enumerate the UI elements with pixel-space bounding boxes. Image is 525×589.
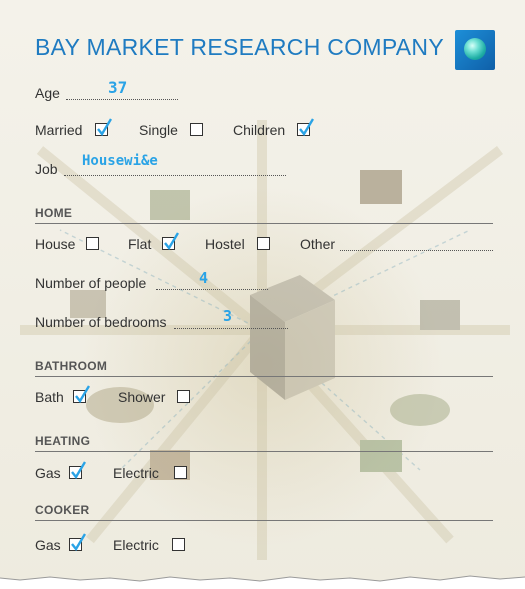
section-home-heading: HOME xyxy=(35,206,73,220)
company-title: BAY MARKET RESEARCH COMPANY xyxy=(35,34,444,60)
cooker-gas-checkbox[interactable] xyxy=(69,533,86,551)
age-label: Age xyxy=(35,85,60,101)
shower-checkbox[interactable] xyxy=(177,390,190,403)
shower-label: Shower xyxy=(118,389,166,405)
divider xyxy=(35,451,493,452)
section-bathroom-heading: BATHROOM xyxy=(35,359,108,373)
section-cooker-heading: COOKER xyxy=(35,503,90,517)
hostel-checkbox[interactable] xyxy=(257,237,270,250)
checkmark-icon xyxy=(299,118,314,136)
age-field[interactable] xyxy=(66,98,178,100)
divider xyxy=(35,520,493,521)
heating-gas-checkbox[interactable] xyxy=(69,461,86,479)
flat-checkbox[interactable] xyxy=(162,232,179,250)
heating-gas-label: Gas xyxy=(35,465,61,481)
globe-icon xyxy=(464,38,486,60)
job-label: Job xyxy=(35,161,58,177)
bedrooms-field[interactable] xyxy=(174,327,288,329)
checkmark-icon xyxy=(71,533,86,551)
bedrooms-value: 3 xyxy=(223,307,233,325)
torn-paper-edge xyxy=(0,575,525,589)
heating-electric-checkbox[interactable] xyxy=(174,466,187,479)
children-checkbox[interactable] xyxy=(297,118,314,136)
checkmark-icon xyxy=(75,385,90,403)
cooker-electric-checkbox[interactable] xyxy=(172,538,185,551)
married-checkbox[interactable] xyxy=(95,118,112,136)
married-label: Married xyxy=(35,122,83,138)
checkmark-icon xyxy=(97,118,112,136)
hostel-label: Hostel xyxy=(205,236,245,252)
house-label: House xyxy=(35,236,76,252)
background-illustration xyxy=(20,120,510,560)
cooker-gas-label: Gas xyxy=(35,537,61,553)
cooker-electric-label: Electric xyxy=(113,537,159,553)
heating-electric-label: Electric xyxy=(113,465,159,481)
house-checkbox[interactable] xyxy=(86,237,99,250)
survey-form: BAY MARKET RESEARCH COMPANY Age 37 Marri… xyxy=(0,0,525,589)
checkmark-icon xyxy=(71,461,86,479)
bath-label: Bath xyxy=(35,389,64,405)
people-value: 4 xyxy=(199,269,209,287)
other-label: Other xyxy=(300,236,336,252)
checkmark-icon xyxy=(164,232,179,250)
divider xyxy=(35,223,493,224)
people-label: Number of people xyxy=(35,275,147,291)
job-value: Housewi&e xyxy=(82,153,158,169)
people-field[interactable] xyxy=(156,288,268,290)
single-checkbox[interactable] xyxy=(190,123,203,136)
flat-label: Flat xyxy=(128,236,152,252)
bedrooms-label: Number of bedrooms xyxy=(35,314,167,330)
bath-checkbox[interactable] xyxy=(73,385,90,403)
age-value: 37 xyxy=(108,78,128,97)
children-label: Children xyxy=(233,122,286,138)
other-field[interactable] xyxy=(340,249,493,251)
section-heating-heading: HEATING xyxy=(35,434,91,448)
divider xyxy=(35,376,493,377)
company-logo xyxy=(455,30,495,70)
single-label: Single xyxy=(139,122,178,138)
job-field[interactable] xyxy=(64,174,286,176)
